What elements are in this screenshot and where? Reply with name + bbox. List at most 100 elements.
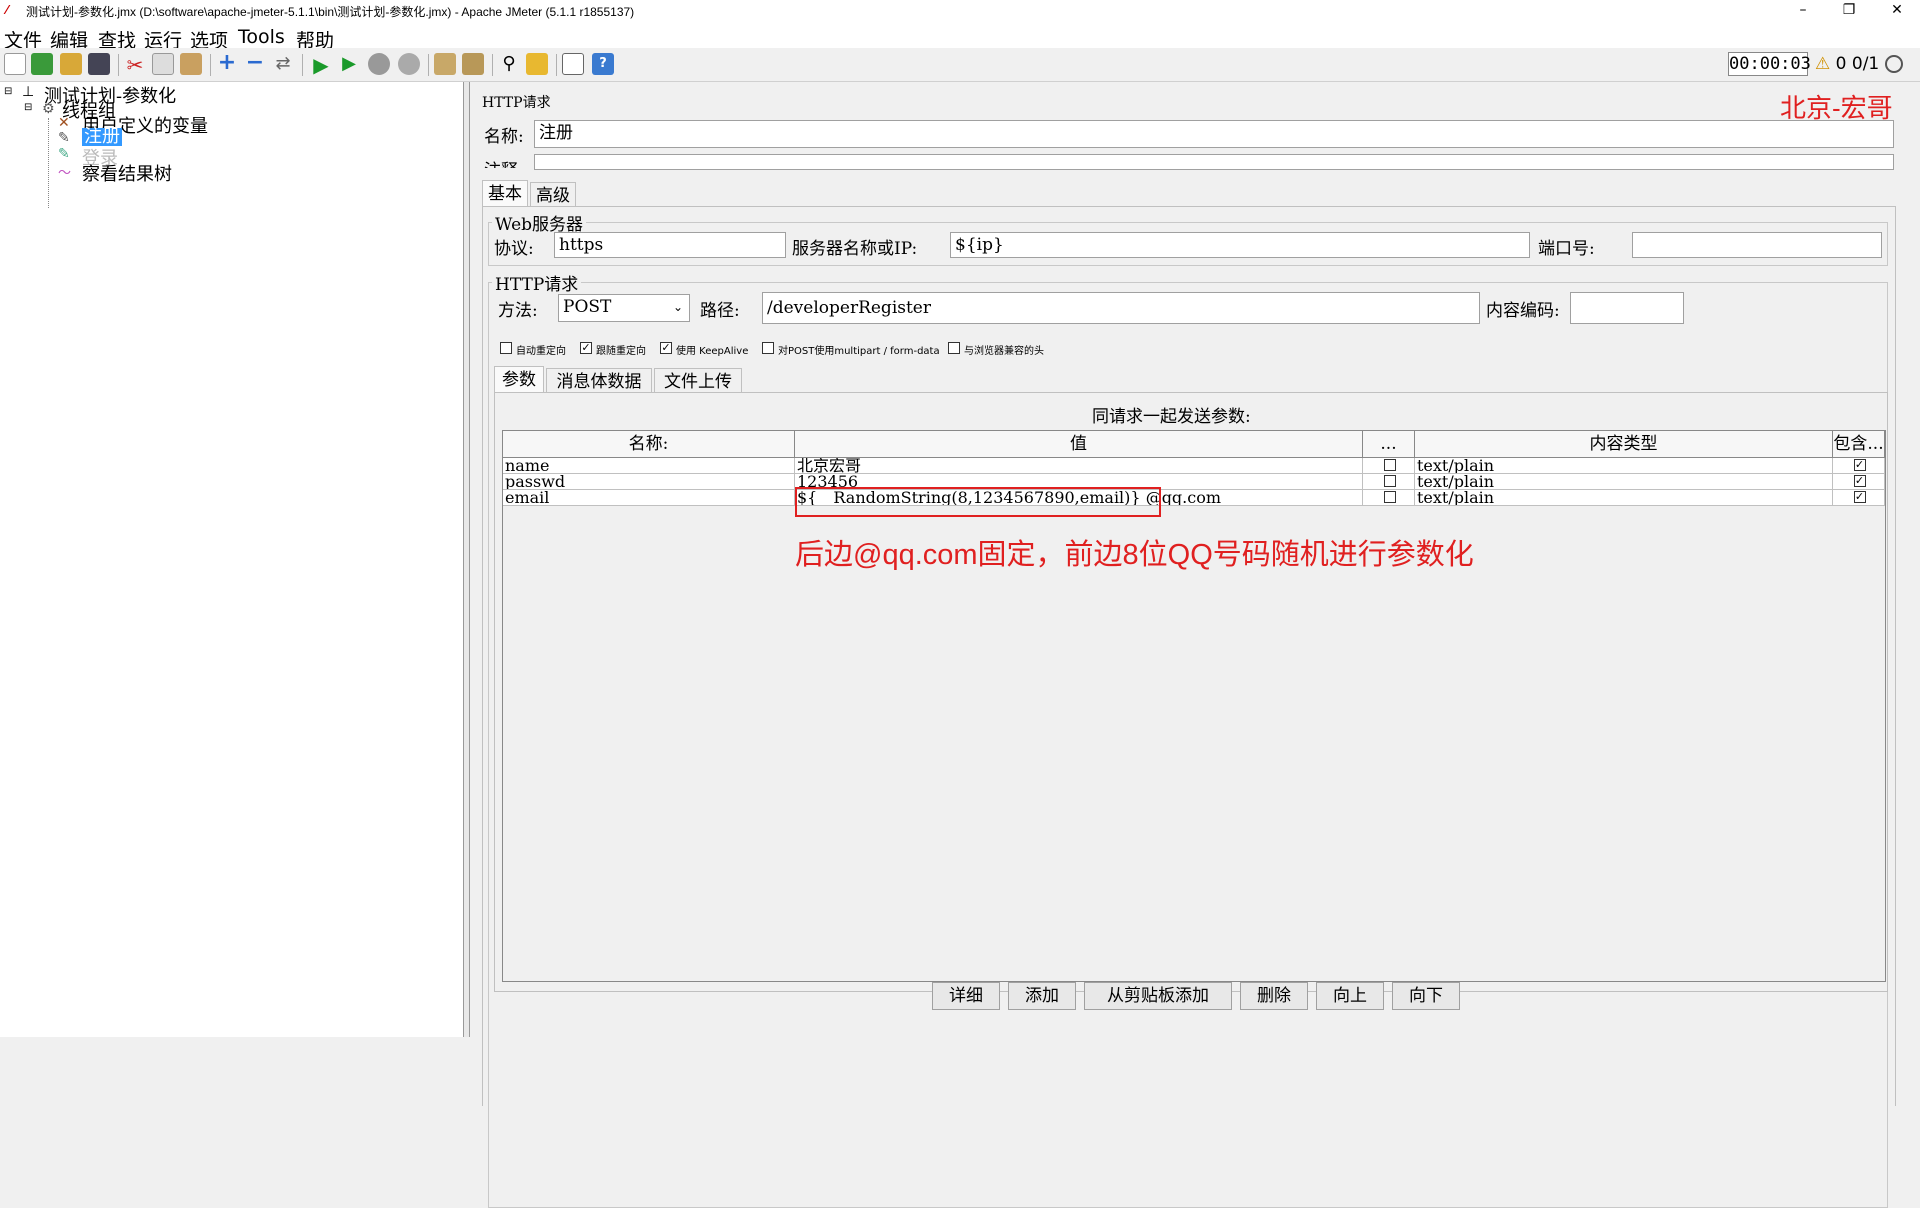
paste-icon[interactable] — [180, 53, 202, 75]
server-label: 服务器名称或IP: — [792, 239, 918, 259]
clear-icon[interactable] — [434, 53, 456, 75]
test-plan-tree: ⊟ ⊥ 测试计划-参数化 ⊟ ⚙ 线程组 ✕ 用户定义的变量 ✎ 注册 ✎ 登录… — [0, 82, 464, 1037]
tab-advanced[interactable]: 高级 — [530, 182, 576, 206]
cell-name[interactable]: name — [503, 458, 795, 474]
detail-button[interactable]: 详细 — [932, 982, 1000, 1010]
name-input[interactable]: 注册 — [534, 120, 1894, 148]
cell-encode[interactable] — [1363, 490, 1415, 506]
protocol-input[interactable]: https — [554, 232, 786, 258]
checkbox-keepalive[interactable]: ✓ — [660, 342, 672, 354]
cell-include[interactable]: ✓ — [1833, 490, 1885, 506]
cell-name[interactable]: email — [503, 490, 795, 506]
cell-content-type[interactable]: text/plain — [1415, 458, 1833, 474]
checkbox-include[interactable]: ✓ — [1853, 475, 1866, 487]
toolbar: ✂ + − ⇄ ▶ ▶ ⚲ ? — [0, 48, 1920, 82]
tree-node-view-results[interactable]: 察看结果树 — [82, 160, 172, 186]
protocol-label: 协议: — [494, 239, 534, 259]
add-from-clipboard-button[interactable]: 从剪贴板添加 — [1084, 982, 1232, 1010]
help-icon[interactable]: ? — [592, 53, 614, 75]
parameters-title: 同请求一起发送参数: — [1092, 407, 1251, 427]
checkbox-follow-redirect[interactable]: ✓ — [580, 342, 592, 354]
tab-parameters[interactable]: 参数 — [494, 366, 544, 392]
cell-value[interactable]: 北京宏哥 — [795, 458, 1363, 474]
new-icon[interactable] — [4, 53, 26, 75]
port-input[interactable] — [1632, 232, 1882, 258]
warning-icon: ⚠ — [1815, 54, 1831, 74]
cell-encode[interactable] — [1363, 474, 1415, 490]
http-request-legend: HTTP请求 — [492, 270, 582, 295]
save-icon[interactable] — [88, 53, 110, 75]
copy-icon[interactable] — [152, 53, 174, 75]
toolbar-separator — [428, 54, 429, 76]
path-input[interactable]: /developerRegister — [762, 292, 1480, 324]
delete-button[interactable]: 删除 — [1240, 982, 1308, 1010]
stop-icon[interactable] — [368, 53, 390, 75]
warning-indicator[interactable]: ⚠ 0 0/1 — [1815, 54, 1903, 74]
search-binoculars-icon[interactable]: ⚲ — [498, 53, 520, 75]
move-up-button[interactable]: 向上 — [1316, 982, 1384, 1010]
tab-body-data[interactable]: 消息体数据 — [546, 368, 652, 392]
encoding-input[interactable] — [1570, 292, 1684, 324]
tab-file-upload[interactable]: 文件上传 — [654, 368, 742, 392]
toolbar-separator — [302, 54, 303, 76]
encoding-label: 内容编码: — [1486, 301, 1560, 321]
menu-tools[interactable]: Tools — [238, 26, 285, 48]
templates-icon[interactable] — [31, 53, 53, 75]
checkbox-browser-headers[interactable] — [948, 342, 960, 354]
column-header-encode[interactable]: ... — [1363, 431, 1415, 458]
cell-include[interactable]: ✓ — [1833, 458, 1885, 474]
comment-input[interactable] — [534, 154, 1894, 170]
thread-count: 0/1 — [1851, 54, 1880, 74]
method-label: 方法: — [498, 301, 538, 321]
status-circle-icon — [1884, 55, 1903, 73]
http-request-panel: HTTP请求 北京-宏哥 名称: 注册 注释: 基本 高级 Web服务器 协议:… — [472, 82, 1920, 1208]
checkbox-include[interactable]: ✓ — [1853, 459, 1866, 471]
start-no-pause-icon[interactable]: ▶ — [338, 53, 360, 75]
checkbox-include[interactable]: ✓ — [1853, 491, 1866, 503]
expand-thread-group-icon[interactable]: ⊟ — [24, 102, 32, 113]
expand-root-icon[interactable]: ⊟ — [4, 86, 12, 97]
tab-basic[interactable]: 基本 — [482, 180, 528, 206]
move-down-button[interactable]: 向下 — [1392, 982, 1460, 1010]
cell-content-type[interactable]: text/plain — [1415, 490, 1833, 506]
start-icon[interactable]: ▶ — [310, 53, 332, 77]
function-helper-icon[interactable] — [562, 53, 584, 75]
cell-content-type[interactable]: text/plain — [1415, 474, 1833, 490]
cell-encode[interactable] — [1363, 458, 1415, 474]
sampler-disabled-icon: ✎ — [58, 146, 70, 162]
column-header-content-type[interactable]: 内容类型 — [1415, 431, 1833, 458]
column-header-name[interactable]: 名称: — [503, 431, 795, 458]
minimize-button[interactable]: – — [1780, 0, 1826, 22]
add-button[interactable]: 添加 — [1008, 982, 1076, 1010]
label-follow-redirect: 跟随重定向 — [596, 346, 646, 357]
clear-all-icon[interactable] — [462, 53, 484, 75]
expand-icon[interactable]: + — [216, 52, 238, 75]
sampler-pen-icon: ✎ — [58, 130, 70, 146]
elapsed-timer: 00:00:03 — [1728, 52, 1811, 76]
name-label: 名称: — [484, 127, 524, 147]
window-title: 测试计划-参数化.jmx (D:\software\apache-jmeter-… — [26, 5, 635, 19]
checkbox-encode[interactable] — [1383, 491, 1396, 503]
collapse-icon[interactable]: − — [244, 52, 266, 75]
cell-include[interactable]: ✓ — [1833, 474, 1885, 490]
reset-search-icon[interactable] — [526, 53, 548, 75]
toggle-icon[interactable]: ⇄ — [272, 53, 294, 75]
label-auto-redirect: 自动重定向 — [516, 346, 566, 357]
menu-bar: 文件 编辑 查找 运行 选项 Tools 帮助 — [0, 22, 1920, 52]
close-button[interactable]: ✕ — [1874, 0, 1920, 22]
shutdown-icon[interactable] — [398, 53, 420, 75]
column-header-include[interactable]: 包含... — [1833, 431, 1885, 458]
warning-count: 0 — [1835, 54, 1847, 74]
checkbox-encode[interactable] — [1383, 459, 1396, 471]
server-input[interactable]: ${ip} — [950, 232, 1530, 258]
open-icon[interactable] — [60, 53, 82, 75]
checkbox-multipart[interactable] — [762, 342, 774, 354]
checkbox-auto-redirect[interactable] — [500, 342, 512, 354]
checkbox-encode[interactable] — [1383, 475, 1396, 487]
panel-splitter[interactable] — [464, 82, 470, 1037]
column-header-value[interactable]: 值 — [795, 431, 1363, 458]
cut-icon[interactable]: ✂ — [124, 53, 146, 77]
method-select[interactable]: POST ⌄ — [558, 294, 690, 322]
restore-button[interactable]: ❐ — [1826, 0, 1872, 22]
cell-name[interactable]: passwd — [503, 474, 795, 490]
